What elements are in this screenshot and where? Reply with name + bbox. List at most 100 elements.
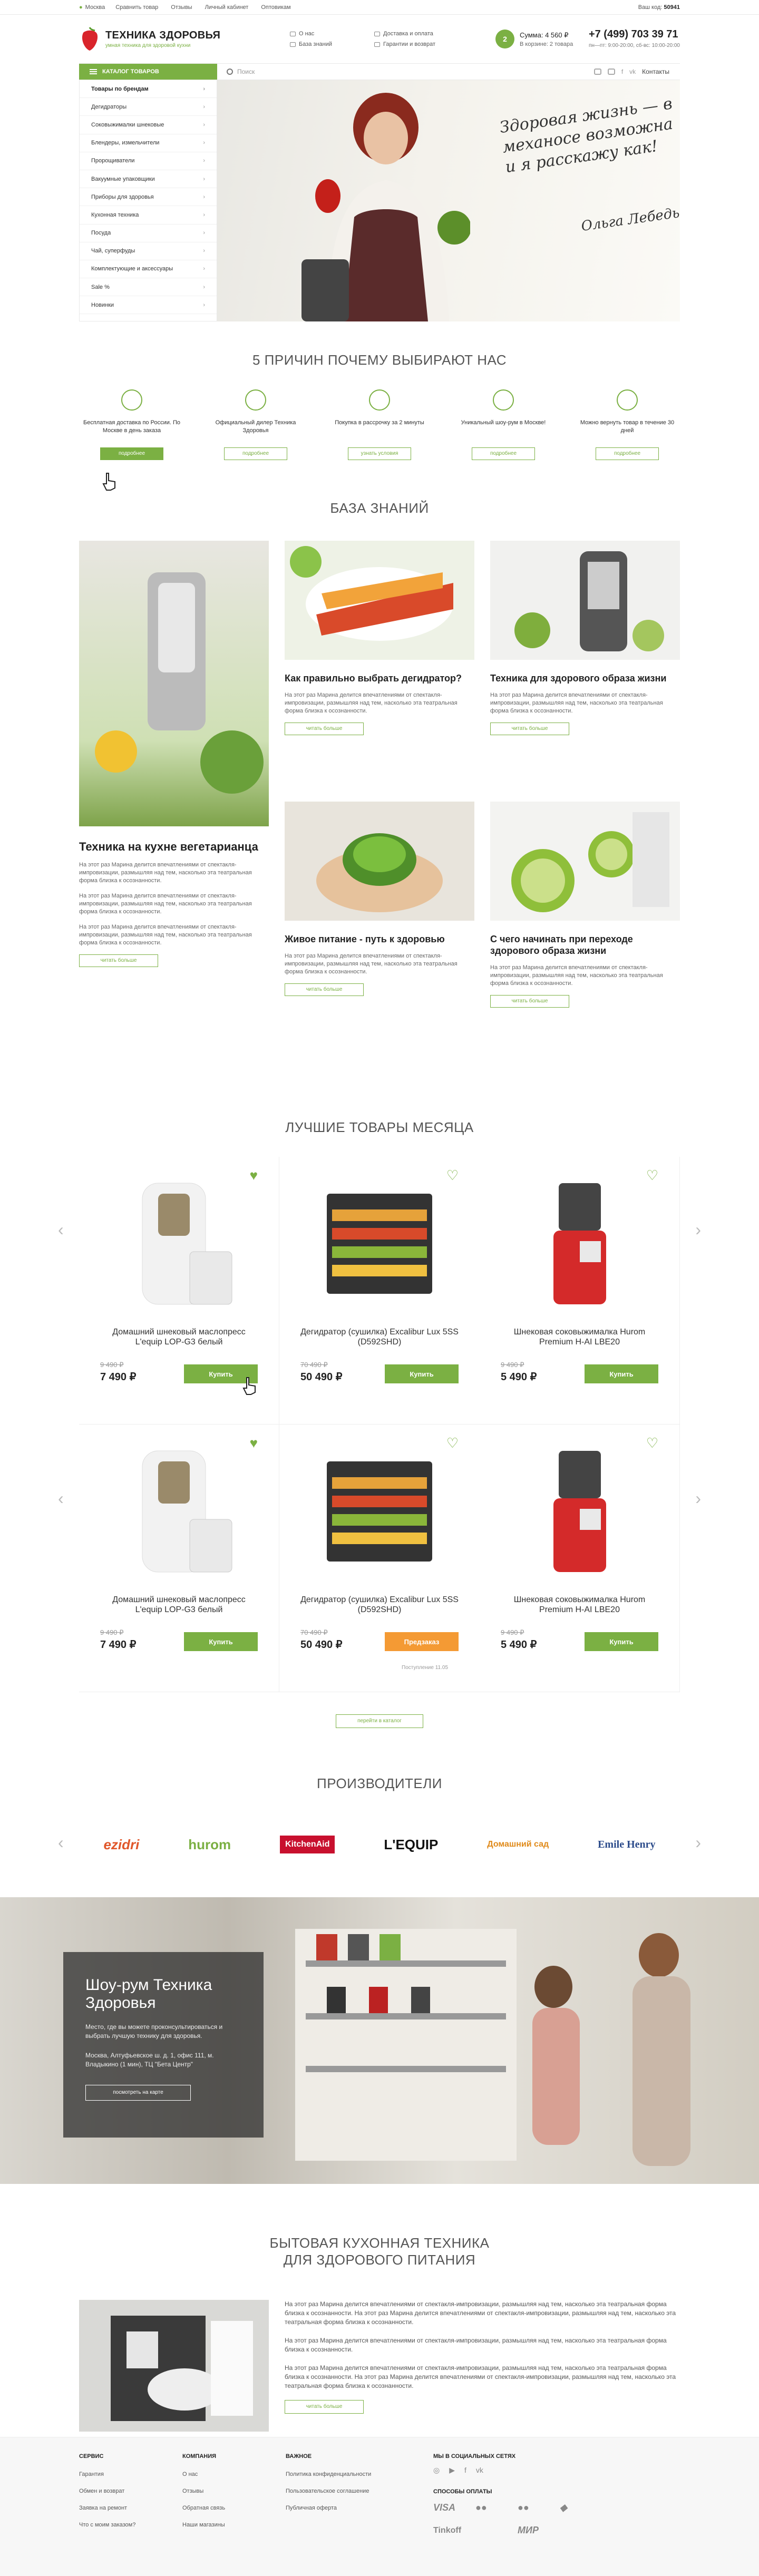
footer-link[interactable]: Пользовательское соглашение [286,2488,412,2494]
footer-link[interactable]: Отзывы [182,2488,286,2494]
chevron-right-icon: › [203,248,205,255]
carousel-next-icon[interactable]: › [695,1833,701,1852]
article-card[interactable]: Техника для здорового образа жизни На эт… [490,541,680,802]
compare-link[interactable]: Сравнить товар [115,4,158,11]
instagram-icon[interactable]: ◎ [433,2466,440,2475]
read-more-button[interactable]: читать больше [490,723,569,735]
reviews-link[interactable]: Отзывы [171,4,192,11]
preorder-button[interactable]: Предзаказ [385,1632,459,1651]
catalog-item[interactable]: Товары по брендам › [80,80,217,99]
footer-link[interactable]: Заявка на ремонт [79,2505,182,2511]
carousel-prev-icon[interactable]: ‹ [58,1833,64,1852]
article-card[interactable]: С чего начинать при переходе здорового о… [490,802,680,1062]
read-more-button[interactable]: читать больше [285,723,364,735]
catalog-item[interactable]: Приборы для здоровья › [80,188,217,207]
chevron-right-icon: › [203,193,205,200]
catalog-item-label: Новинки [91,301,114,308]
product-card[interactable]: ♡ Дегидратор (сушилка) Excalibur Lux 5SS… [279,1157,480,1424]
appliances-content: На этот раз Марина делится впечатлениями… [79,2300,680,2432]
brand-logo-hurom[interactable]: hurom [188,1837,231,1853]
product-prices: 9 490 ₽ 5 490 ₽ Купить [501,1628,658,1651]
buy-button[interactable]: Купить [585,1364,658,1383]
search-input[interactable]: Поиск [217,64,594,80]
article-card-featured[interactable]: Техника на кухне вегетарианца На этот ра… [79,541,269,1062]
catalog-item[interactable]: Кухонная техника › [80,206,217,225]
view-map-button[interactable]: посмотреть на карте [85,2085,191,2101]
footer-link[interactable]: Публичная оферта [286,2505,412,2511]
article-card[interactable]: Как правильно выбрать дегидратор? На это… [285,541,474,802]
footer-link[interactable]: Обмен и возврат [79,2488,182,2494]
catalog-item[interactable]: Пророщиватели › [80,152,217,170]
footer-link[interactable]: Политика конфиденциальности [286,2471,412,2477]
catalog-item[interactable]: Соковыжималки шнековые › [80,116,217,134]
catalog-item[interactable]: Новинки › [80,296,217,315]
article-title: С чего начинать при переходе здорового о… [490,934,633,956]
logo[interactable]: ТЕХНИКА ЗДОРОВЬЯ умная техника для здоро… [79,25,237,53]
brand-logo-ezidri[interactable]: ezidri [103,1837,139,1853]
product-card[interactable]: ♥ Домашний шнековый маслопресс L'equip L… [79,1424,279,1692]
store-icon [493,389,514,411]
phone-number[interactable]: +7 (499) 703 39 71 [589,28,680,41]
logo-subtitle: умная техника для здоровой кухни [105,43,191,48]
facebook-icon[interactable]: f [464,2466,466,2475]
brand-logo-emile-henry[interactable]: Emile Henry [598,1839,655,1851]
carousel-prev-icon[interactable]: ‹ [58,1220,64,1240]
catalog-item[interactable]: Чай, суперфуды › [80,242,217,260]
catalog-item[interactable]: Вакуумные упаковщики › [80,170,217,189]
product-card[interactable]: ♡ Дегидратор (сушилка) Excalibur Lux 5SS… [279,1424,480,1692]
product-card[interactable]: ♡ Шнековая соковыжималка Hurom Premium H… [480,1424,680,1692]
brand-logo-domashniy-sad[interactable]: Домашний сад [487,1840,549,1849]
article-card[interactable]: Живое питание - путь к здоровью На этот … [285,802,474,1062]
user-code-value: 50941 [664,4,680,11]
reason-button[interactable]: подробнее [100,447,163,460]
catalog-item[interactable]: Дегидраторы › [80,98,217,116]
youtube-icon[interactable]: ▶ [449,2466,455,2475]
city-selector[interactable]: ● Москва [79,4,105,11]
vk-icon[interactable]: vk [629,68,636,75]
reason-button[interactable]: подробнее [224,447,287,460]
catalog-item[interactable]: Посуда › [80,225,217,242]
footer-link[interactable]: Что с моим заказом? [79,2522,182,2528]
vk-icon[interactable]: vk [476,2466,483,2475]
footer-link[interactable]: Обратная связь [182,2505,286,2511]
wholesale-link[interactable]: Оптовикам [261,4,290,11]
read-more-button[interactable]: читать больше [490,995,569,1008]
read-more-button[interactable]: читать больше [79,954,158,967]
contacts-link[interactable]: Контакты [642,68,669,75]
catalog-item[interactable]: Блендеры, измельчители › [80,134,217,152]
facebook-icon[interactable]: f [621,68,623,75]
cart-widget[interactable]: 2 Сумма: 4 560 ₽ В корзине: 2 товара [495,30,573,48]
old-price: 9 490 ₽ [100,1361,124,1369]
youtube-icon[interactable] [607,69,615,75]
hero-banner[interactable]: Здоровая жизнь — в механосе возможна и я… [217,80,680,321]
catalog-item-label: Дегидраторы [91,103,127,110]
footer-link[interactable]: Гарантия [79,2471,182,2477]
buy-button[interactable]: Купить [385,1364,459,1383]
buy-button[interactable]: Купить [585,1632,658,1651]
delivery-link[interactable]: Доставка и оплата [374,31,464,37]
footer-link[interactable]: Наши магазины [182,2522,286,2528]
catalog-item[interactable]: Комплектующие и аксессуары › [80,260,217,279]
reason-button[interactable]: подробнее [472,447,535,460]
read-more-button[interactable]: читать больше [285,983,364,996]
reason-button[interactable]: узнать условия [348,447,411,460]
catalog-button[interactable]: КАТАЛОГ ТОВАРОВ [79,64,217,80]
instagram-icon[interactable] [593,69,601,75]
account-link[interactable]: Личный кабинет [205,4,249,11]
hero-quote: Здоровая жизнь — в механосе возможна и я… [498,94,674,177]
warranty-link[interactable]: Гарантии и возврат [374,41,464,47]
carousel-next-icon[interactable]: › [695,1220,701,1240]
carousel-prev-icon[interactable]: ‹ [58,1489,64,1508]
product-card[interactable]: ♡ Шнековая соковыжималка Hurom Premium H… [480,1157,680,1424]
reason-button[interactable]: подробнее [596,447,659,460]
about-link[interactable]: О нас [290,31,374,37]
go-to-catalog-button[interactable]: перейти в каталог [336,1714,423,1728]
footer-link[interactable]: О нас [182,2471,286,2477]
buy-button[interactable]: Купить [184,1632,258,1651]
catalog-item[interactable]: Sale % › [80,278,217,297]
knowledge-link[interactable]: База знаний [290,41,374,47]
carousel-next-icon[interactable]: › [695,1489,701,1508]
read-more-button[interactable]: читать больше [285,2400,364,2414]
brand-logo-kitchenaid[interactable]: KitchenAid [280,1836,335,1853]
brand-logo-lequip[interactable]: L'EQUIP [384,1837,438,1853]
